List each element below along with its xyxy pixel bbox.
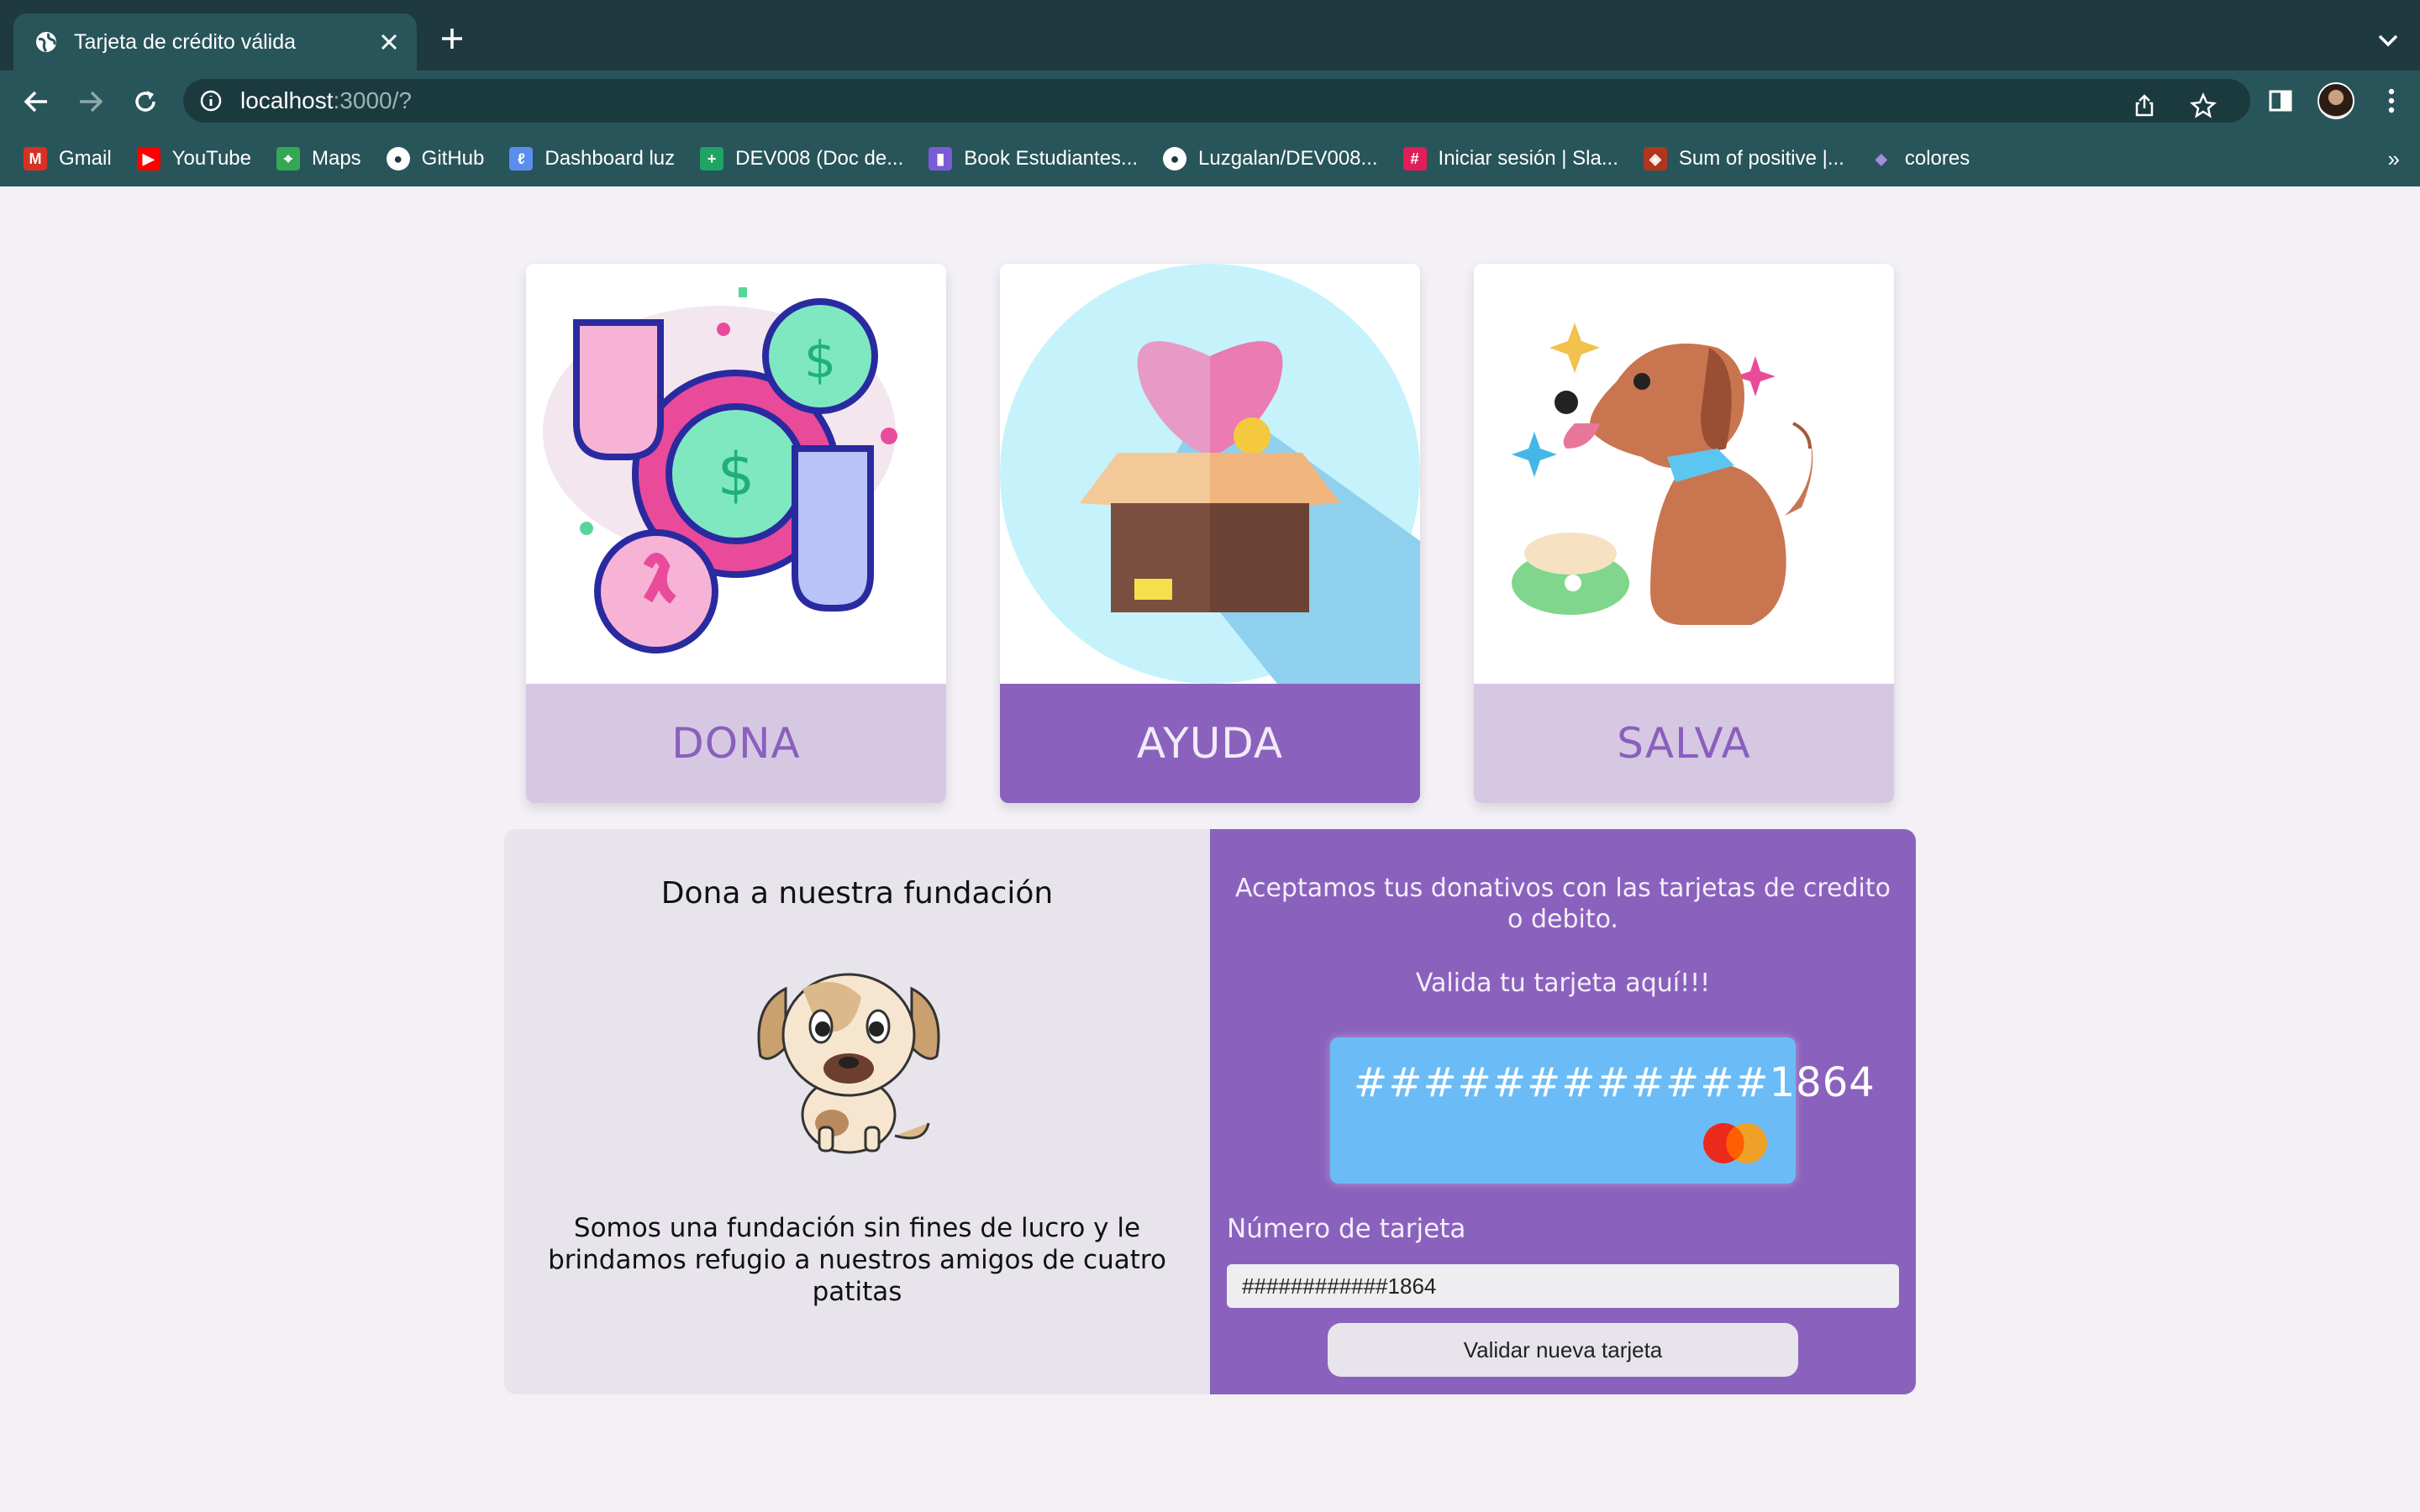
bookmark-item[interactable]: ● GitHub [386, 147, 485, 171]
site-info-icon[interactable] [198, 88, 224, 113]
url-host: localhost [240, 87, 334, 113]
bookmark-item[interactable]: # Iniciar sesión | Sla... [1402, 147, 1618, 171]
bookmark-label: Book Estudiantes... [964, 147, 1139, 170]
svg-text:$: $ [804, 331, 836, 390]
gmail-icon: M [24, 147, 47, 171]
bookmark-label: DEV008 (Doc de... [735, 147, 904, 170]
profile-avatar[interactable] [2317, 82, 2354, 119]
tab-strip: Tarjeta de crédito válida [0, 0, 2420, 71]
drop-icon: ◆ [1875, 150, 1887, 167]
new-tab-button[interactable] [437, 24, 467, 54]
bookmark-label: colores [1904, 147, 1970, 170]
credit-card-preview: ############1864 [1330, 1037, 1875, 1184]
kebab-menu-icon[interactable] [2375, 84, 2408, 118]
card-label-salva: SALVA [1474, 684, 1894, 803]
youtube-icon: ▶ [136, 147, 160, 171]
book-icon: ▮ [929, 147, 953, 171]
tab-search-icon[interactable] [2373, 25, 2403, 55]
codewars-icon: ◈ [1643, 147, 1667, 171]
bookmark-item[interactable]: ◈ Sum of positive |... [1643, 147, 1844, 171]
bookmark-star-icon[interactable] [2186, 89, 2220, 123]
card-validation-panel: Aceptamos tus donativos con las tarjetas… [1210, 829, 1916, 1394]
side-panel-icon[interactable] [2264, 84, 2297, 118]
foundation-info-panel: Dona a nuestra fundación Somos una funda… [504, 829, 1210, 1394]
card-ayuda[interactable]: AYUDA [1000, 264, 1420, 803]
card-number-display: ############1864 [1354, 1059, 1876, 1106]
dog-with-bowl-illustration [1474, 264, 1894, 684]
card-salva[interactable]: SALVA [1474, 264, 1894, 803]
validate-new-card-button[interactable]: Validar nueva tarjeta [1328, 1323, 1798, 1377]
bookmarks-overflow-icon[interactable]: » [2388, 146, 2400, 172]
bookmark-item[interactable]: ℓ Dashboard luz [509, 147, 675, 171]
card-label-ayuda: AYUDA [1000, 684, 1420, 803]
bookmarks-bar: M Gmail ▶ YouTube ⌖ Maps ● GitHub ℓ Dashboard luz… [0, 131, 2420, 186]
sheets-icon: + [700, 147, 724, 171]
puppy-illustration [752, 955, 945, 1157]
bookmark-item[interactable]: ◆ colores [1870, 147, 1970, 171]
back-arrow-icon[interactable] [18, 84, 54, 119]
bookmark-label: Iniciar sesión | Sla... [1438, 147, 1618, 170]
bookmark-label: Dashboard luz [544, 147, 676, 170]
card-number-input[interactable] [1227, 1264, 1899, 1308]
bookmark-label: Gmail [59, 147, 112, 170]
address-bar[interactable]: localhost:3000/? [183, 79, 2250, 123]
tab-title: Tarjeta de crédito válida [74, 29, 297, 54]
foundation-description: Somos una fundación sin fines de lucro y… [548, 1213, 1166, 1307]
gift-box-heart-illustration [1000, 264, 1420, 684]
donation-hands-illustration: $ $ [526, 264, 946, 684]
forward-arrow-icon[interactable] [73, 84, 108, 119]
github-icon: ● [386, 147, 410, 171]
browser-tab[interactable]: Tarjeta de crédito válida [13, 13, 417, 71]
share-icon[interactable] [2128, 89, 2161, 123]
bookmark-label: GitHub [421, 147, 485, 170]
github-icon: ● [1163, 147, 1187, 171]
bookmark-item[interactable]: ⌖ Maps [276, 147, 361, 171]
reload-icon[interactable] [128, 84, 163, 119]
mastercard-icon [1700, 1121, 1770, 1165]
bookmark-item[interactable]: M Gmail [24, 147, 112, 171]
slack-icon: # [1402, 147, 1427, 171]
tab-close-icon[interactable] [376, 29, 402, 55]
maps-icon: ⌖ [276, 147, 300, 171]
svg-text:$: $ [718, 440, 755, 509]
browser-toolbar: localhost:3000/? [0, 71, 2420, 131]
validate-prompt: Valida tu tarjeta aquí!!! [1415, 969, 1711, 998]
bookmark-label: YouTube [171, 147, 251, 170]
bookmark-item[interactable]: + DEV008 (Doc de... [700, 147, 903, 171]
url-path: :3000/? [333, 87, 412, 113]
bookmark-item[interactable]: ▮ Book Estudiantes... [929, 147, 1138, 171]
bookmark-label: Luzgalan/DEV008... [1198, 147, 1378, 170]
card-label-dona: DONA [526, 684, 946, 803]
dashboard-icon: ℓ [509, 147, 534, 171]
accept-cards-text: Aceptamos tus donativos con las tarjetas… [1234, 874, 1891, 934]
bookmark-item[interactable]: ● Luzgalan/DEV008... [1163, 147, 1378, 171]
panel-title: Dona a nuestra fundación [660, 876, 1054, 911]
bookmark-label: Sum of positive |... [1678, 147, 1844, 170]
card-number-label: Número de tarjeta [1227, 1214, 1466, 1244]
globe-icon [34, 29, 59, 55]
bookmark-label: Maps [311, 147, 361, 170]
bookmark-item[interactable]: ▶ YouTube [136, 147, 251, 171]
card-dona[interactable]: $ $ DONA [526, 264, 946, 803]
